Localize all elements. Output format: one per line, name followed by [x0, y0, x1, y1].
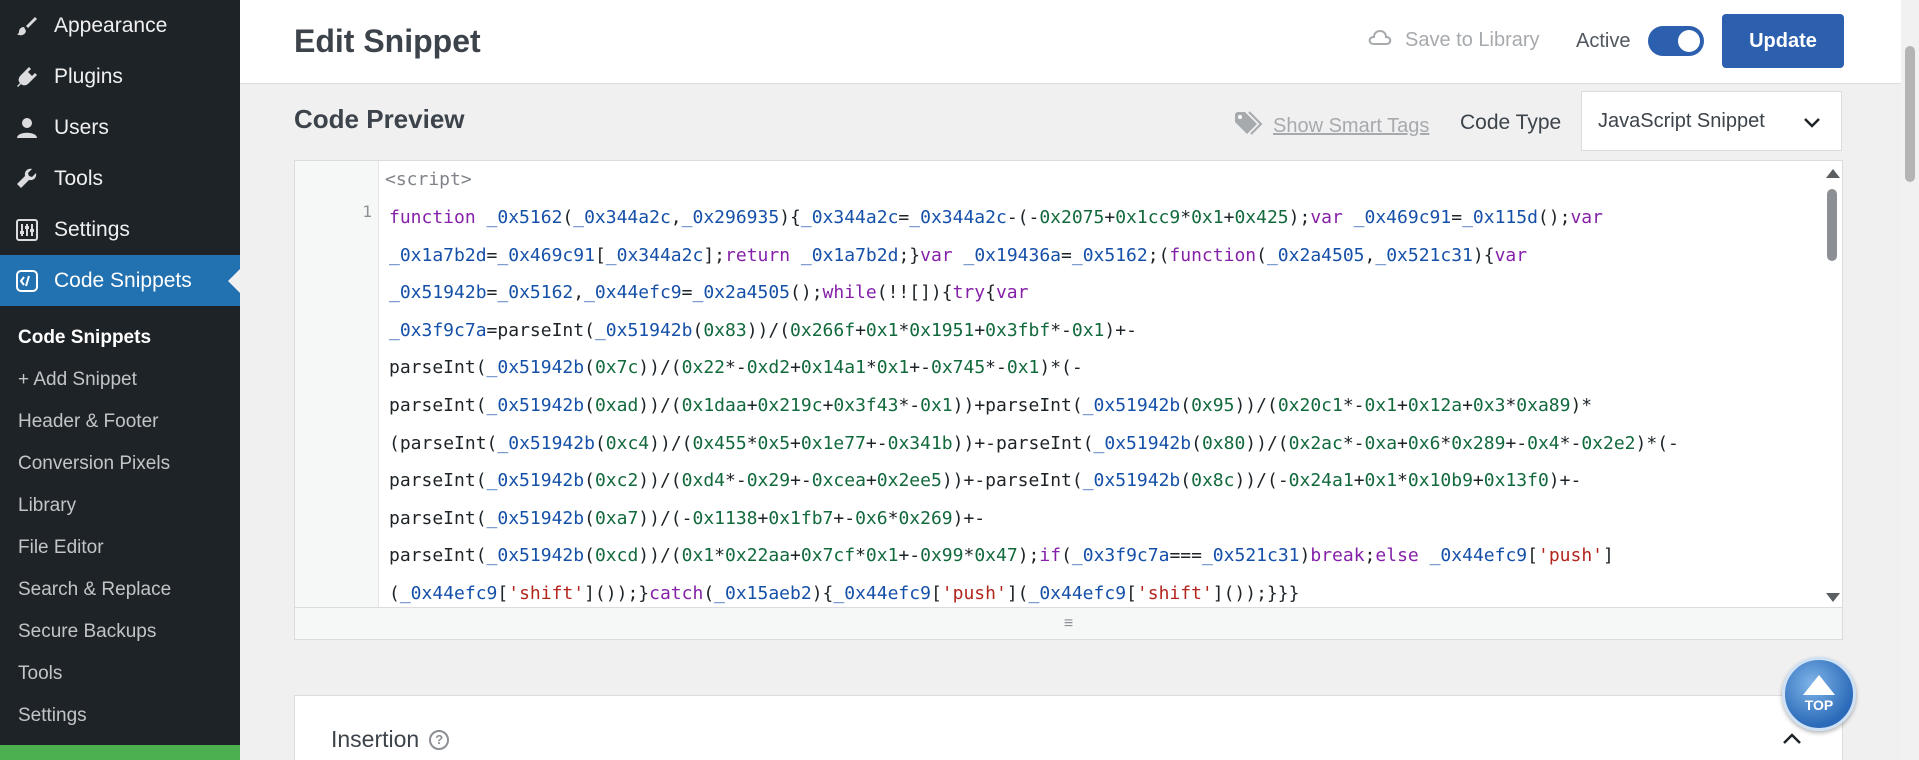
submenu-add-snippet[interactable]: + Add Snippet — [0, 359, 240, 401]
sidebar-item-plugins[interactable]: Plugins — [0, 51, 240, 102]
code-line: parseInt(_0x51942b(0x7c))/(0x22*-0xd2+0x… — [389, 357, 1083, 379]
scrollbar-thumb[interactable] — [1827, 189, 1837, 261]
code-snippets-icon — [12, 268, 42, 294]
plug-icon — [12, 64, 42, 90]
code-editor[interactable]: 1 <script> function _0x5162(_0x344a2c,_0… — [294, 160, 1843, 640]
code-type-select[interactable]: JavaScript Snippet — [1581, 91, 1842, 151]
show-smart-tags-label: Show Smart Tags — [1273, 114, 1430, 137]
insertion-title: Insertion — [331, 726, 420, 752]
sliders-icon — [12, 217, 42, 243]
help-icon[interactable]: ? — [429, 729, 450, 750]
resize-grip-icon: ≡ — [1063, 614, 1074, 632]
sidebar-item-tools[interactable]: Tools — [0, 153, 240, 204]
code-line: function _0x5162(_0x344a2c,_0x296935){_0… — [389, 207, 1603, 228]
code-snippets-submenu: Code Snippets + Add Snippet Header & Foo… — [0, 306, 240, 737]
scroll-up-arrow-icon[interactable] — [1826, 169, 1840, 178]
snippet-header: Edit Snippet Save to Library Active Upda… — [240, 0, 1901, 84]
submenu-header-footer[interactable]: Header & Footer — [0, 401, 240, 443]
insertion-header[interactable]: Insertion ? — [331, 726, 450, 753]
back-to-top-button[interactable]: TOP — [1782, 657, 1856, 731]
editor-scrollbar[interactable] — [1822, 161, 1842, 608]
code-preview-title: Code Preview — [294, 104, 465, 134]
insertion-panel: Insertion ? — [294, 695, 1843, 760]
code-line: _0x51942b=_0x5162,_0x44efc9=_0x2a4505();… — [389, 282, 1029, 304]
code-line: _0x3f9c7a=parseInt(_0x51942b(0x83))/(0x2… — [389, 319, 1137, 341]
code-line: parseInt(_0x51942b(0xc2))/(0xd4*-0x29+-0… — [389, 470, 1582, 492]
wrench-icon — [12, 166, 42, 192]
code-line: parseInt(_0x51942b(0xcd))/(0x1*0x22aa+0x… — [389, 545, 1614, 567]
script-open-tag: <script> — [385, 169, 472, 190]
submenu-conversion-pixels[interactable]: Conversion Pixels — [0, 443, 240, 485]
sidebar-item-label: Plugins — [54, 64, 123, 88]
line-number-gutter: 1 — [295, 161, 379, 608]
submenu-settings[interactable]: Settings — [0, 695, 240, 737]
admin-sidebar: Appearance Plugins Users Tools Settings … — [0, 0, 240, 760]
sidebar-item-label: Settings — [54, 217, 130, 241]
code-line: parseInt(_0x51942b(0xad))/(0x1daa+0x219c… — [389, 394, 1593, 416]
code-content[interactable]: <script> function _0x5162(_0x344a2c,_0x2… — [385, 161, 1805, 608]
submenu-code-snippets[interactable]: Code Snippets — [0, 317, 240, 359]
save-to-library-button[interactable]: Save to Library — [1367, 28, 1540, 52]
chevron-up-icon[interactable] — [1782, 732, 1802, 750]
sidebar-item-code-snippets[interactable]: Code Snippets — [0, 255, 240, 306]
page-scrollbar-thumb[interactable] — [1905, 46, 1915, 182]
editor-resize-handle[interactable]: ≡ — [295, 607, 1842, 639]
cloud-icon — [1367, 28, 1405, 52]
submenu-tools[interactable]: Tools — [0, 653, 240, 695]
scroll-down-arrow-icon[interactable] — [1826, 593, 1840, 602]
code-type-label: Code Type — [1460, 111, 1562, 134]
sidebar-item-settings[interactable]: Settings — [0, 204, 240, 255]
sidebar-item-label: Code Snippets — [54, 268, 192, 292]
save-to-library-label: Save to Library — [1405, 28, 1540, 51]
line-number: 1 — [362, 202, 372, 221]
code-line: _0x1a7b2d=_0x469c91[_0x344a2c];return _0… — [389, 244, 1528, 266]
page-title: Edit Snippet — [294, 23, 481, 59]
sidebar-item-users[interactable]: Users — [0, 102, 240, 153]
code-line: parseInt(_0x51942b(0xa7))/(-0x1138+0x1fb… — [389, 507, 986, 529]
tags-icon — [1233, 110, 1273, 142]
submenu-library[interactable]: Library — [0, 485, 240, 527]
submenu-secure-backups[interactable]: Secure Backups — [0, 611, 240, 653]
submenu-search-replace[interactable]: Search & Replace — [0, 569, 240, 611]
code-type-value: JavaScript Snippet — [1598, 109, 1765, 132]
show-smart-tags-link[interactable]: Show Smart Tags — [1233, 110, 1429, 142]
active-toggle[interactable] — [1648, 26, 1704, 56]
page-scrollbar[interactable] — [1901, 0, 1919, 760]
sidebar-item-label: Tools — [54, 166, 104, 190]
sidebar-item-label: Users — [54, 115, 109, 139]
user-icon — [12, 115, 42, 141]
toggle-knob — [1678, 30, 1700, 52]
code-lines: function _0x5162(_0x344a2c,_0x296935){_0… — [385, 199, 1805, 608]
sidebar-item-label: Appearance — [54, 13, 168, 37]
submenu-file-editor[interactable]: File Editor — [0, 527, 240, 569]
chevron-down-icon — [1803, 112, 1821, 135]
arrow-up-icon — [1803, 675, 1835, 695]
sidebar-item-appearance[interactable]: Appearance — [0, 0, 240, 51]
sidebar-upgrade-strip[interactable] — [0, 745, 240, 760]
back-to-top-label: TOP — [1804, 697, 1834, 713]
active-label: Active — [1576, 30, 1631, 52]
update-button[interactable]: Update — [1722, 14, 1844, 68]
code-line: (parseInt(_0x51942b(0xc4))/(0x455*0x5+0x… — [389, 432, 1679, 454]
brush-icon — [12, 13, 42, 39]
code-line: (_0x44efc9['shift']());}catch(_0x15aeb2)… — [389, 582, 1300, 604]
